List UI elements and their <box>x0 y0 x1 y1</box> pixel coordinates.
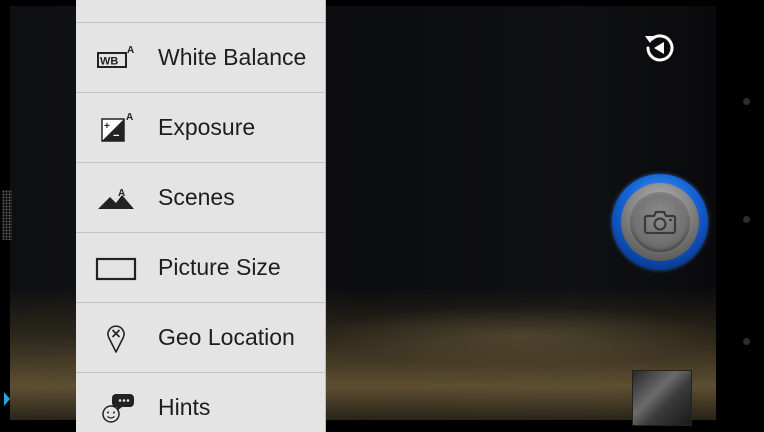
menu-item-picture-size[interactable]: Picture Size <box>76 233 325 303</box>
side-indicator-dot <box>743 98 750 105</box>
auto-glyph: A <box>126 112 133 123</box>
camera-icon <box>630 192 690 252</box>
wb-glyph: WB <box>100 55 118 67</box>
right-control-strip <box>716 0 764 432</box>
menu-item-label: Picture Size <box>158 254 281 280</box>
menu-item-hints[interactable]: Hints <box>76 373 325 432</box>
shutter-ring <box>621 183 699 261</box>
scene-auto-icon: A <box>86 178 146 218</box>
last-photo-thumbnail[interactable] <box>632 370 692 426</box>
menu-item-geo-location[interactable]: Geo Location <box>76 303 325 373</box>
menu-item-exposure[interactable]: + − A Exposure <box>76 93 325 163</box>
side-indicator-dot <box>743 216 750 223</box>
menu-item-scenes[interactable]: A Scenes <box>76 163 325 233</box>
menu-item-label: Hints <box>158 394 211 420</box>
geo-location-icon <box>86 318 146 358</box>
menu-top-divider <box>76 0 325 23</box>
exposure-auto-icon: + − A <box>86 108 146 148</box>
picture-size-icon <box>86 248 146 288</box>
drawer-arrow-icon[interactable] <box>4 392 10 406</box>
svg-text:−: − <box>113 130 119 142</box>
camera-screen: WB A White Balance + − A Exposure A Scen… <box>0 0 764 432</box>
auto-glyph: A <box>118 188 125 199</box>
settings-menu: WB A White Balance + − A Exposure A Scen… <box>76 0 326 432</box>
switch-camera-icon[interactable] <box>640 28 680 68</box>
drawer-handle[interactable] <box>2 190 12 240</box>
svg-text:+: + <box>104 121 110 132</box>
hints-icon <box>86 388 146 428</box>
viewfinder-haze <box>310 306 730 366</box>
menu-item-label: Exposure <box>158 114 256 140</box>
menu-item-white-balance[interactable]: WB A White Balance <box>76 23 325 93</box>
shutter-button[interactable] <box>612 174 708 270</box>
menu-item-label: Scenes <box>158 184 235 210</box>
menu-item-label: White Balance <box>158 44 307 70</box>
white-balance-auto-icon: WB A <box>86 38 146 78</box>
menu-item-label: Geo Location <box>158 324 295 350</box>
auto-glyph: A <box>127 45 134 56</box>
side-indicator-dot <box>743 338 750 345</box>
